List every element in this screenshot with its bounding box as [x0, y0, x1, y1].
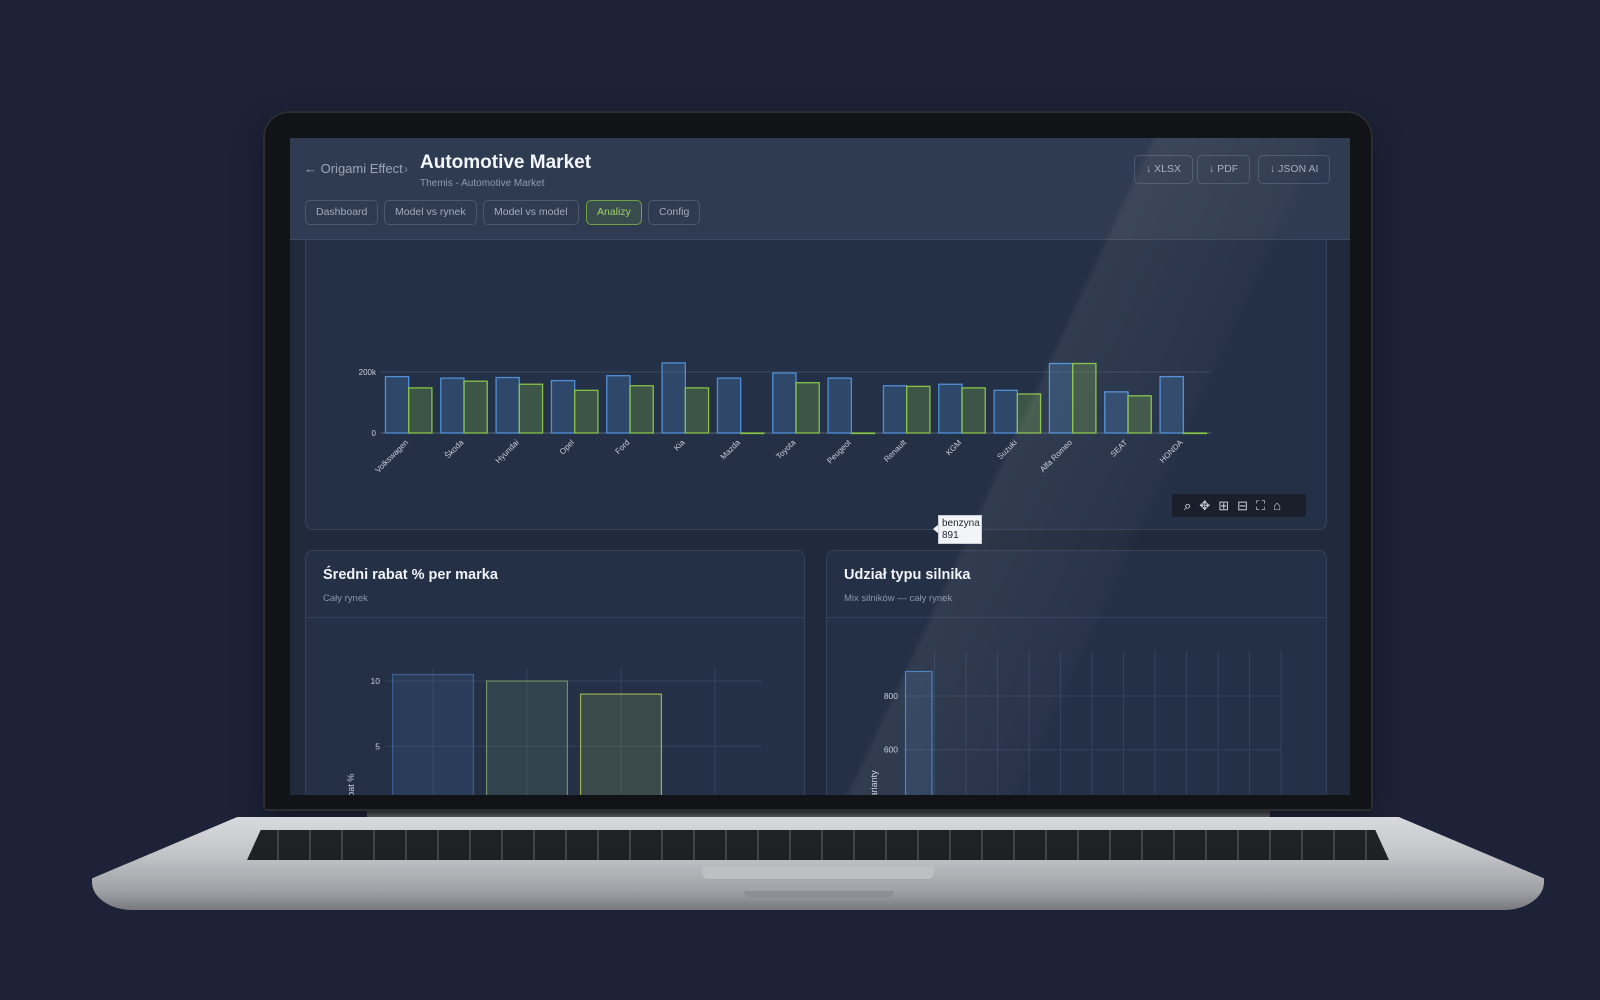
- x-tick-label: Peugeot: [825, 438, 853, 466]
- laptop-trackpad: [702, 866, 934, 880]
- bar-series-2: [629, 385, 654, 434]
- x-tick-label: Hyundai: [494, 438, 521, 465]
- autoscale-icon[interactable]: ⛶: [1256, 499, 1265, 512]
- tab-model-vs-model[interactable]: Model vs model: [483, 200, 579, 225]
- bar-series-1: [384, 375, 410, 434]
- y-tick-label: 10: [371, 676, 381, 686]
- x-tick-label: Mazda: [719, 438, 743, 462]
- x-tick-label: SEAT: [1109, 438, 1130, 459]
- page-title: Automotive Market: [420, 152, 592, 173]
- laptop-front-notch: [744, 891, 894, 898]
- x-tick-label: Škoda: [443, 438, 466, 461]
- plot-modebar: ⌕ ✥ ⊞ ⊟ ⛶ ⌂: [1172, 494, 1306, 517]
- x-tick-label: Alfa Romeo: [1038, 438, 1074, 474]
- bar-series-1: [1159, 375, 1184, 434]
- x-tick-label: Kia: [672, 438, 687, 453]
- page-subtitle: Themis - Automotive Market: [420, 178, 545, 189]
- y-axis-title: Rabat %: [346, 774, 356, 795]
- bar-series-2: [1127, 395, 1152, 434]
- bar-series-2: [961, 387, 986, 434]
- discount-bar: [391, 673, 475, 795]
- discount-bar: [485, 680, 569, 795]
- engine-share-chart: 0200400600800zynaeselrmyidaHEVHEVHEVesel…: [869, 651, 1282, 795]
- discount-chart-card: Średni rabat % per marka Cały rynek 1050…: [305, 550, 805, 795]
- y-tick-label: 800: [884, 691, 898, 701]
- bar-series-2: [740, 432, 765, 435]
- pan-icon[interactable]: ✥: [1199, 499, 1210, 512]
- brand-price-chart: 0 200k Volkswagen Škoda Hyundai Opel Ford Kia Ma…: [359, 362, 1211, 475]
- back-link[interactable]: ← Origami Effect: [304, 161, 403, 176]
- export-xlsx-button[interactable]: ↓ XLSX: [1134, 155, 1194, 184]
- app-header: ← Origami Effect › Automotive Market The…: [290, 138, 1350, 240]
- bar-series-1: [772, 372, 797, 434]
- tab-config[interactable]: Config: [648, 200, 701, 225]
- export-json-ai-button[interactable]: ↓ JSON AI: [1258, 155, 1331, 184]
- zoom-out-icon[interactable]: ⊟: [1237, 499, 1248, 512]
- tooltip-label: benzyna: [942, 518, 980, 529]
- tab-model-vs-rynek[interactable]: Model vs rynek: [384, 200, 477, 225]
- bar-series-2: [1016, 393, 1042, 434]
- bar-series-1: [440, 377, 465, 434]
- x-tick-label: Toyota: [774, 438, 797, 461]
- bar-series-2: [850, 432, 876, 435]
- bar-series-1: [716, 377, 742, 434]
- x-tick-label: HONDA: [1158, 438, 1185, 465]
- bar-series-1: [938, 383, 963, 434]
- bar-series-1: [606, 375, 631, 434]
- tab-dashboard[interactable]: Dashboard: [305, 200, 379, 225]
- bar-series-2: [408, 387, 433, 434]
- app-screen: 0 200k Volkswagen Škoda Hyundai Opel Ford Kia Ma…: [290, 138, 1350, 795]
- x-tick-label: Volkswagen: [374, 438, 411, 475]
- y-tick-label: 0: [372, 429, 377, 438]
- bar-series-1: [495, 376, 520, 434]
- bar-series-1: [827, 377, 852, 434]
- engine-bar: [904, 670, 933, 795]
- y-axis-title: Warianty: [869, 770, 879, 795]
- bar-series-2: [518, 383, 544, 434]
- reset-home-icon[interactable]: ⌂: [1273, 499, 1281, 512]
- breadcrumb-separator: ›: [404, 162, 408, 176]
- bar-series-1: [1104, 391, 1129, 434]
- y-tick-label: 5: [375, 741, 380, 751]
- bar-series-1: [1048, 362, 1074, 434]
- discount-bar: [579, 693, 663, 795]
- export-pdf-button[interactable]: ↓ PDF: [1197, 155, 1251, 184]
- x-tick-label: Renault: [882, 438, 908, 464]
- bar-series-2: [463, 380, 488, 434]
- bar-series-2: [684, 387, 710, 434]
- brand-price-chart-card: 0 200k Volkswagen Škoda Hyundai Opel Ford Kia Ma…: [305, 230, 1327, 530]
- bar-series-2: [574, 389, 599, 434]
- bar-series-1: [882, 385, 908, 434]
- bar-series-1: [993, 389, 1018, 434]
- laptop-keyboard: [247, 830, 1389, 860]
- bar-series-1: [550, 379, 576, 434]
- tooltip-value: 891: [942, 530, 959, 541]
- bar-series-1: [661, 362, 686, 434]
- bar-series-2: [1182, 432, 1208, 435]
- tab-analizy[interactable]: Analizy: [586, 200, 642, 225]
- x-tick-label: Suzuki: [995, 438, 1019, 462]
- zoom-icon[interactable]: ⌕: [1184, 499, 1191, 512]
- x-tick-label: KGM: [944, 438, 963, 457]
- x-tick-label: Opel: [558, 438, 576, 456]
- y-tick-label: 200k: [359, 368, 377, 377]
- engine-share-chart-card: Udział typu silnika Mix silników — cały …: [826, 550, 1327, 795]
- bar-series-2: [795, 382, 820, 434]
- zoom-in-icon[interactable]: ⊞: [1218, 499, 1229, 512]
- bar-series-2: [906, 385, 931, 434]
- y-tick-label: 600: [884, 745, 898, 755]
- hover-tooltip: benzyna 891: [938, 515, 982, 544]
- discount-chart: 1050−5−10Rabat %: [346, 668, 762, 795]
- bar-series-2: [1072, 362, 1097, 434]
- x-tick-label: Ford: [613, 438, 631, 456]
